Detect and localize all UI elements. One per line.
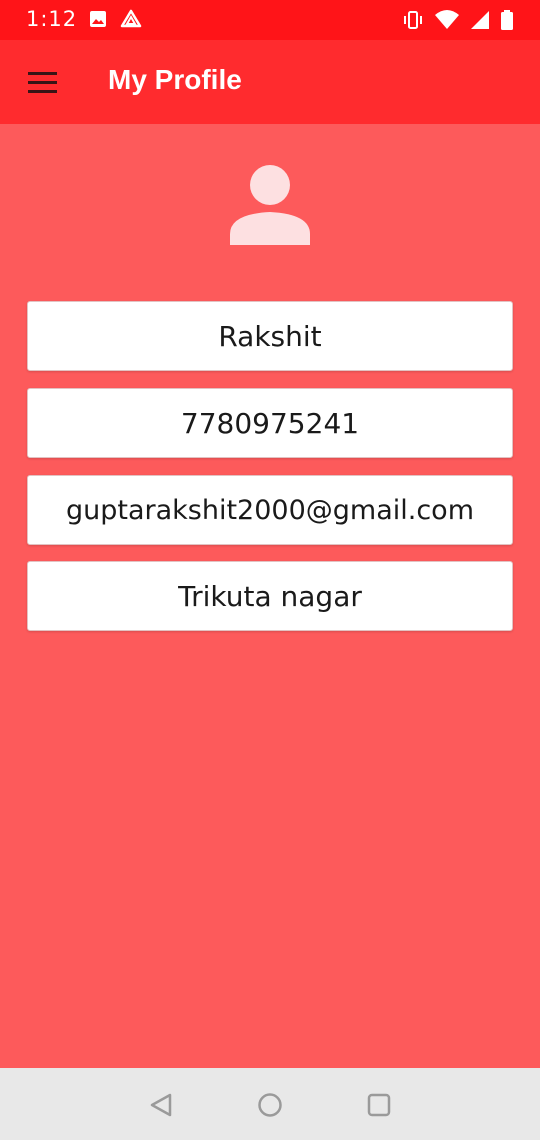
- page-title: My Profile: [108, 64, 242, 95]
- menu-line: [28, 71, 57, 75]
- status-time: 1:12: [26, 7, 78, 31]
- wifi-icon: [434, 9, 460, 35]
- hamburger-menu-icon[interactable]: [20, 62, 64, 102]
- email-field[interactable]: guptarakshit2000@gmail.com: [27, 475, 513, 545]
- app-bar: My Profile: [0, 40, 540, 124]
- battery-icon: [500, 9, 514, 35]
- menu-line: [28, 89, 57, 93]
- image-icon: [88, 9, 108, 33]
- navigation-bar: [0, 1068, 540, 1140]
- status-bar: 1:12: [0, 0, 540, 40]
- profile-screen: 1:12 My Profile Rakshit 7780975241 gupta…: [0, 0, 540, 1140]
- drive-icon: [120, 9, 142, 33]
- name-field[interactable]: Rakshit: [27, 301, 513, 371]
- address-field[interactable]: Trikuta nagar: [27, 561, 513, 631]
- home-icon[interactable]: [255, 1090, 285, 1120]
- back-icon[interactable]: [146, 1090, 176, 1120]
- signal-icon: [470, 9, 490, 35]
- status-right-icons: [402, 9, 514, 35]
- menu-line: [28, 80, 57, 84]
- vibrate-icon: [402, 9, 424, 35]
- recents-icon[interactable]: [364, 1090, 394, 1120]
- phone-field[interactable]: 7780975241: [27, 388, 513, 458]
- person-icon: [226, 162, 314, 250]
- status-left-icons: [88, 9, 142, 33]
